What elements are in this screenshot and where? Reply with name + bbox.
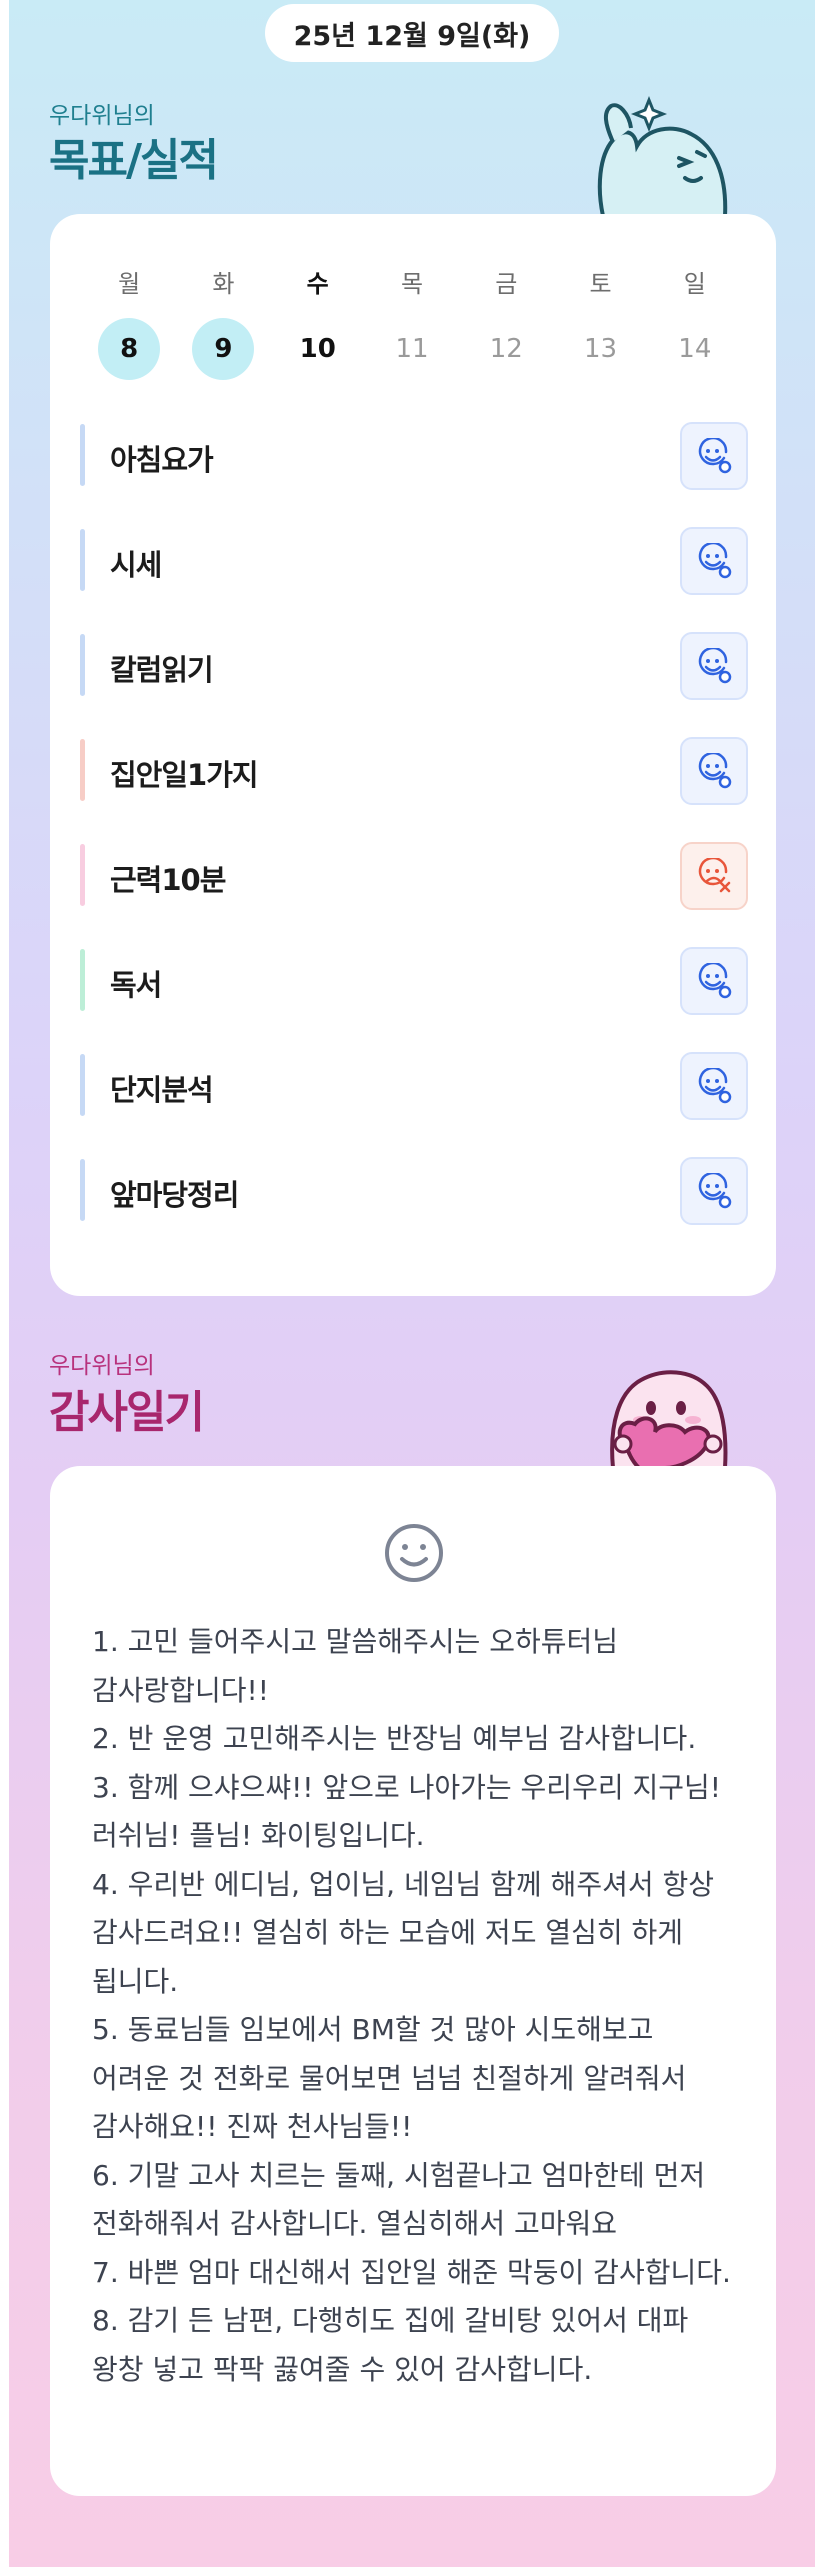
smile-check-icon	[698, 438, 732, 474]
gratitude-line: 5. 동료님들 임보에서 BM할 것 많아 시도해보고 어려운 것 전화로 물어…	[92, 2013, 687, 2143]
smile-check-icon	[698, 543, 732, 579]
sad-x-icon	[698, 858, 731, 893]
goal-item: 앞마당정리	[80, 1157, 748, 1225]
goal-status-button[interactable]	[680, 1157, 748, 1225]
goal-color-bar	[80, 844, 85, 906]
gratitude-line: 2. 반 운영 고민해주시는 반장님 예부님 감사합니다.	[92, 1722, 697, 1755]
goal-label: 집안일1가지	[110, 758, 259, 792]
goal-color-bar	[80, 634, 85, 696]
day-cell[interactable]: 9	[176, 318, 270, 380]
goal-status-button[interactable]	[680, 632, 748, 700]
goal-item: 단지분석	[80, 1052, 748, 1120]
goal-color-bar	[80, 424, 85, 486]
goal-label: 단지분석	[110, 1073, 214, 1107]
smile-check-icon	[698, 1173, 732, 1209]
goal-label: 근력10분	[110, 863, 226, 897]
weekday-label: 금	[495, 270, 518, 298]
goal-label: 앞마당정리	[110, 1178, 239, 1212]
goal-item: 시세	[80, 527, 748, 595]
smile-face-icon	[385, 1524, 443, 1582]
gratitude-card: 1. 고민 들어주시고 말씀해주시는 오하튜터님 감사랑합니다!! 2. 반 운…	[50, 1466, 776, 2496]
day-number: 12	[489, 334, 523, 364]
smile-check-icon	[698, 648, 732, 684]
day-number: 8	[98, 318, 161, 380]
page-canvas: 25년 12월 9일(화) 우다위님의 목표/실적 월 화 수 목 금 토 일 …	[9, 0, 815, 2567]
gratitude-line: 8. 감기 든 남편, 다행히도 집에 갈비탕 있어서 대파 왕창 넣고 팍팍 …	[92, 2304, 689, 2386]
goal-label: 아침요가	[110, 443, 214, 477]
weekday-label: 일	[683, 270, 706, 298]
gratitude-section-subtitle: 우다위님의	[49, 1353, 155, 1379]
gratitude-text: 1. 고민 들어주시고 말씀해주시는 오하튜터님 감사랑합니다!! 2. 반 운…	[92, 1618, 738, 2394]
goal-color-bar	[80, 1054, 85, 1116]
day-cell[interactable]: 11	[365, 318, 459, 380]
weekday-label: 월	[118, 270, 141, 298]
weekday-label: 목	[400, 270, 424, 298]
goal-label: 독서	[110, 968, 162, 1002]
goal-item: 독서	[80, 947, 748, 1015]
day-cell[interactable]: 12	[459, 318, 553, 380]
day-cell[interactable]: 14	[648, 318, 742, 380]
goal-status-button[interactable]	[680, 737, 748, 805]
day-cell[interactable]: 13	[553, 318, 647, 380]
date-header: 25년 12월 9일(화)	[265, 4, 559, 62]
day-number: 9	[192, 318, 255, 380]
goal-item: 칼럼읽기	[80, 632, 748, 700]
gratitude-section-title: 감사일기	[49, 1387, 205, 1438]
goal-label: 칼럼읽기	[110, 653, 214, 687]
goal-status-button[interactable]	[680, 842, 748, 910]
goal-color-bar	[80, 949, 85, 1011]
day-number: 11	[395, 334, 429, 364]
goal-color-bar	[80, 529, 85, 591]
smile-check-icon	[698, 1068, 732, 1104]
weekday-label: 화	[212, 270, 235, 298]
goal-status-button[interactable]	[680, 947, 748, 1015]
gratitude-line: 1. 고민 들어주시고 말씀해주시는 오하튜터님 감사랑합니다!!	[92, 1625, 618, 1707]
gratitude-line: 6. 기말 고사 치르는 둘째, 시험끝나고 엄마한테 먼저 전화해줘서 감사합…	[92, 2158, 706, 2241]
goal-card: 월 화 수 목 금 토 일 8 9 10 11 12 13 14 아침요가시세칼…	[50, 214, 776, 1296]
goal-item: 근력10분	[80, 842, 748, 910]
weekday-label: 수	[306, 270, 329, 298]
weekday-row: 월 화 수 목 금 토 일	[82, 264, 742, 299]
day-number: 14	[678, 334, 712, 364]
goal-status-button[interactable]	[680, 422, 748, 490]
goal-color-bar	[80, 739, 85, 801]
goal-label: 시세	[110, 548, 162, 582]
goal-item: 집안일1가지	[80, 737, 748, 805]
smile-check-icon	[698, 753, 732, 789]
weekday-label: 토	[589, 270, 612, 298]
day-number: 10	[299, 334, 336, 364]
goal-item: 아침요가	[80, 422, 748, 490]
waving-mascot-icon	[597, 95, 728, 216]
gratitude-line: 3. 함께 으샤으쌰!! 앞으로 나아가는 우리우리 지구님! 러쉬님! 플님!…	[92, 1770, 721, 1853]
smile-check-icon	[698, 963, 732, 999]
goal-color-bar	[80, 1159, 85, 1221]
date-row: 8 9 10 11 12 13 14	[82, 318, 742, 380]
goal-section-title: 목표/실적	[49, 135, 219, 186]
goal-status-button[interactable]	[680, 527, 748, 595]
day-cell[interactable]: 8	[82, 318, 176, 380]
gratitude-line: 4. 우리반 에디님, 업이님, 네임님 함께 해주셔서 항상 감사드려요!! …	[92, 1867, 715, 1998]
day-number: 13	[584, 334, 618, 364]
goal-status-button[interactable]	[680, 1052, 748, 1120]
day-cell[interactable]: 10	[271, 318, 365, 380]
heart-mascot-icon	[610, 1370, 728, 1468]
gratitude-line: 7. 바쁜 엄마 대신해서 집안일 해준 막둥이 감사합니다.	[92, 2255, 731, 2289]
